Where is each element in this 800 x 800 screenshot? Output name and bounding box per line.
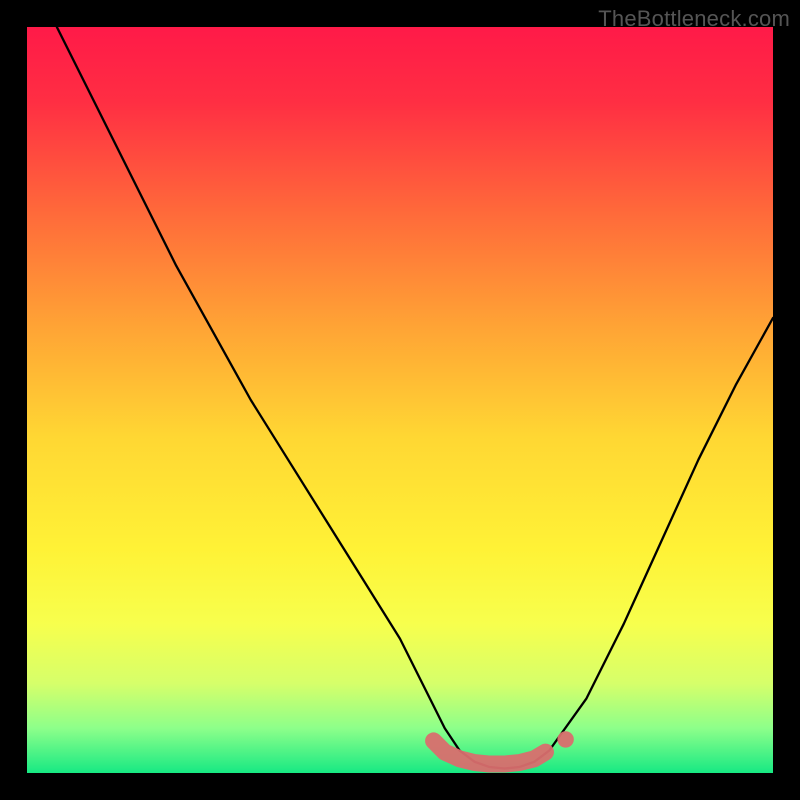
gradient-background (27, 27, 773, 773)
chart-frame: TheBottleneck.com (0, 0, 800, 800)
chart-svg (27, 27, 773, 773)
watermark-text: TheBottleneck.com (598, 6, 790, 32)
plot-area (27, 27, 773, 773)
highlight-dot (557, 731, 573, 747)
